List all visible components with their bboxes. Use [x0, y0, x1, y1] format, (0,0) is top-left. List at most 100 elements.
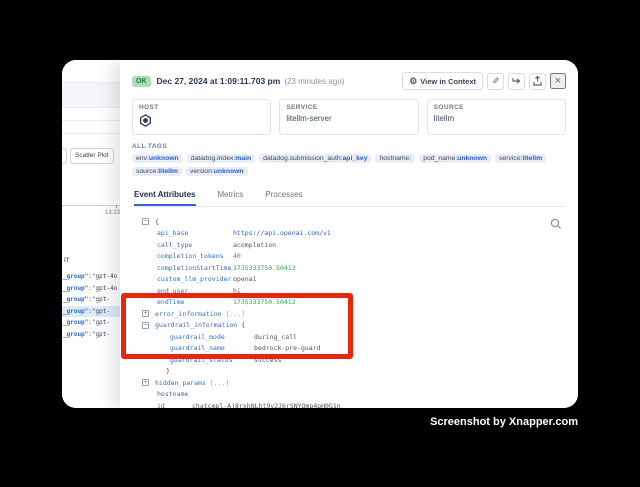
attribute-value: [...] — [210, 379, 230, 387]
attribute-row[interactable]: −{ — [132, 216, 566, 228]
scatter-plot-button[interactable]: Scatter Plot — [70, 148, 114, 164]
attribute-row[interactable]: −guardrail_information{ — [132, 320, 566, 332]
attribute-value: 1735333750.50412 — [233, 264, 296, 272]
export-button[interactable] — [529, 73, 546, 90]
related-logs-button[interactable] — [508, 73, 525, 90]
attribute-value: during_call — [254, 333, 297, 341]
status-badge: OK — [132, 76, 151, 87]
export-icon — [533, 76, 542, 86]
attribute-row[interactable]: custom_llm_provideropenai — [132, 274, 566, 286]
chart-axis — [62, 205, 120, 206]
edit-button[interactable]: ✎ — [487, 73, 504, 90]
tag-pill[interactable]: datadog.index:main — [187, 154, 255, 163]
host-label: HOST — [139, 104, 264, 111]
service-box[interactable]: SERVICE litellm-server — [279, 99, 418, 135]
attribute-key: id — [157, 402, 192, 408]
pencil-icon: ✎ — [492, 77, 500, 86]
attribute-key: end_user — [157, 287, 233, 295]
background-row[interactable]: _group":"gpt- — [62, 294, 120, 306]
close-icon: × — [555, 75, 561, 87]
background-row[interactable]: _group":"gpt- — [62, 329, 120, 341]
tag-pill[interactable]: pod_name:unknown — [419, 154, 491, 163]
attribute-key: guardrail_name — [170, 344, 254, 352]
attribute-row[interactable]: call_typeacompletion — [132, 239, 566, 251]
attribute-row[interactable]: } — [132, 366, 566, 378]
source-box[interactable]: SOURCE litellm — [427, 99, 566, 135]
attribute-value: chatcmpl-Aj8rxhNLht9v2J6rSNYOmp4pH0G1n — [192, 402, 341, 408]
axis-tick-label: 13:23 — [105, 210, 120, 216]
attribute-row[interactable]: api_basehttps://api.openai.com/v1 — [132, 228, 566, 240]
tab-bar: Event Attributes Metrics Processes — [132, 186, 566, 207]
attribute-row[interactable]: + error_information [...] — [132, 308, 566, 320]
attribute-row[interactable]: completion_tokens40 — [132, 251, 566, 263]
collapse-icon[interactable]: − — [142, 322, 149, 329]
divider — [62, 133, 120, 134]
app-window: Scatter Plot 13:23 IT _group":"gpt-4o_gr… — [62, 60, 578, 408]
attribute-row[interactable]: guardrail_modeduring_call — [132, 331, 566, 343]
header-actions: ⚙ View in Context ✎ — [402, 72, 566, 90]
collapse-icon[interactable]: − — [142, 218, 149, 225]
attribute-key: error_information — [155, 310, 222, 318]
attribute-row[interactable]: guardrail_namebedrock-pre-guard — [132, 343, 566, 355]
attribute-value: [...] — [226, 310, 246, 318]
tag-pill[interactable]: datadog.submission_auth:api_key — [259, 154, 371, 163]
background-page: Scatter Plot 13:23 IT _group":"gpt-4o_gr… — [62, 60, 120, 408]
attribute-key: completion_tokens — [157, 252, 233, 260]
attribute-value: } — [166, 367, 170, 375]
attribute-key: api_base — [157, 229, 233, 237]
button-fragment[interactable] — [62, 148, 67, 164]
tag-pill[interactable]: version:unknown — [186, 167, 248, 176]
attribute-key: hostname — [157, 390, 192, 398]
host-hexagon-icon — [139, 114, 264, 129]
attribute-value: hi — [233, 287, 241, 295]
search-icon[interactable] — [550, 218, 562, 230]
attribute-row[interactable]: idchatcmpl-Aj8rxhNLht9v2J6rSNYOmp4pH0G1n — [132, 400, 566, 408]
attribute-key: guardrail_information — [155, 321, 237, 329]
background-row[interactable]: _group":"gpt-4o — [62, 271, 120, 283]
close-button[interactable]: × — [550, 73, 566, 89]
service-value: litellm-server — [286, 114, 411, 123]
watermark-text: Screenshot by Xnapper.com — [430, 416, 578, 428]
attribute-row[interactable]: end_userhi — [132, 285, 566, 297]
attribute-key: guardrail_status — [170, 356, 254, 364]
attribute-value: https://api.openai.com/v1 — [233, 229, 331, 237]
attribute-key: endTime — [157, 298, 233, 306]
background-row[interactable]: _group":"gpt- — [62, 317, 120, 329]
view-in-context-label: View in Context — [420, 77, 476, 86]
attribute-value: acompletion — [233, 241, 276, 249]
attribute-value: openai — [233, 275, 256, 283]
attribute-value: success — [254, 356, 281, 364]
attribute-value: { — [155, 218, 159, 226]
attribute-value: 1735333750.50412 — [233, 298, 296, 306]
tab-metrics[interactable]: Metrics — [218, 186, 244, 206]
tab-processes[interactable]: Processes — [265, 186, 302, 206]
tag-pill[interactable]: hostname: — [375, 154, 415, 163]
tag-list: env:unknown datadog.index:main datadog.sub… — [132, 154, 566, 176]
attribute-row[interactable]: endTime1735333750.50412 — [132, 297, 566, 309]
background-row-list: _group":"gpt-4o_group":"gpt-4o_group":"g… — [62, 271, 120, 340]
attribute-row[interactable]: completionStartTime1735333750.50412 — [132, 262, 566, 274]
axis-tick — [116, 205, 117, 208]
column-header: IT — [64, 258, 69, 264]
tag-pill[interactable]: env:unknown — [132, 154, 183, 163]
attribute-row[interactable]: +hidden_params[...] — [132, 377, 566, 389]
attribute-value: 40 — [233, 252, 241, 260]
background-row[interactable]: _group":"gpt- — [62, 306, 120, 318]
expand-icon[interactable]: + — [142, 310, 149, 317]
tag-pill[interactable]: source:litellm — [132, 167, 182, 176]
attribute-key: guardrail_mode — [170, 333, 254, 341]
service-label: SERVICE — [286, 104, 411, 111]
attribute-key: completionStartTime — [157, 264, 233, 272]
attribute-row[interactable]: guardrail_statussuccess — [132, 354, 566, 366]
background-row[interactable]: _group":"gpt-4o — [62, 283, 120, 295]
gear-icon: ⚙ — [409, 77, 417, 86]
tab-event-attributes[interactable]: Event Attributes — [134, 186, 196, 206]
event-attributes-tree: −{api_basehttps://api.openai.com/v1call_… — [132, 216, 566, 408]
event-detail-panel: OK Dec 27, 2024 at 1:09:11.703 pm (23 mi… — [120, 60, 578, 408]
view-in-context-button[interactable]: ⚙ View in Context — [402, 72, 483, 90]
host-box[interactable]: HOST — [132, 99, 271, 135]
tag-pill[interactable]: service:litellm — [495, 154, 546, 163]
expand-icon[interactable]: + — [142, 379, 149, 386]
branch-arrow-icon — [512, 77, 521, 86]
attribute-row[interactable]: hostname — [132, 389, 566, 401]
